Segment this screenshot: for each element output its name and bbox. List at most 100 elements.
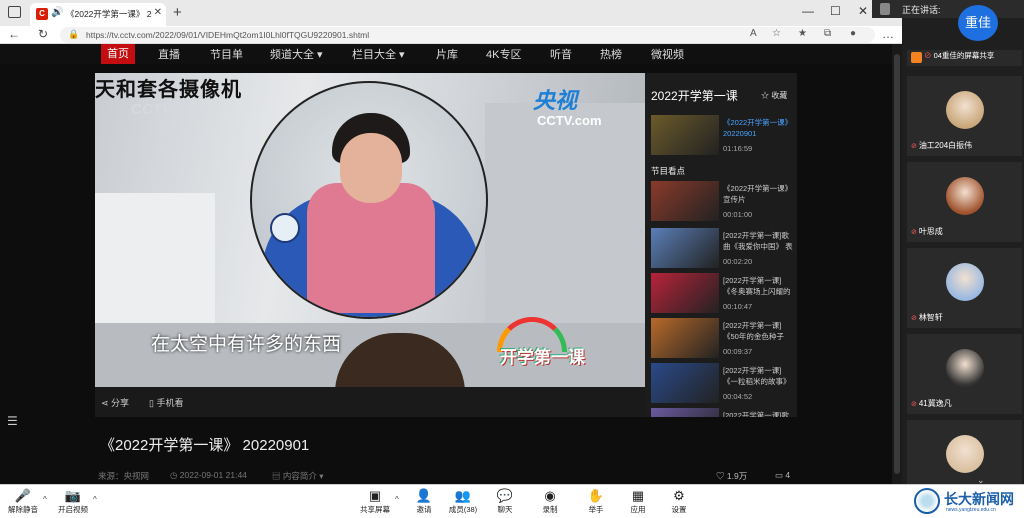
nav-micro-video[interactable]: 微视频 [651,46,684,62]
favorite-button[interactable]: ☆ 收藏 [761,90,787,101]
chat-button[interactable]: 💬 聊天 [482,487,528,515]
close-tab-icon[interactable]: ✕ [154,7,162,18]
playlist-item-title: [2022开学第一课]《一粒稻米的故事》主讲 [723,366,791,386]
playlist-item-duration: 01:16:59 [723,144,753,153]
camera-off-icon: 📷 [64,488,82,503]
browser-tab[interactable]: C 🔊 《2022开学第一课》 2022090 ✕ [30,3,166,26]
raise-hand-button[interactable]: ✋ 举手 [573,487,619,515]
tab-title: 《2022开学第一课》 2022090 [66,9,152,19]
nav-live[interactable]: 直播 [158,46,180,62]
read-aloud-icon[interactable]: A [750,28,757,39]
playlist-item[interactable]: 《2022开学第一课》 宣传片 00:01:00 [651,181,793,225]
settings-button[interactable]: ⚙ 设置 [656,487,702,515]
toolbar-label: 共享屏幕 [360,505,390,514]
nav-columns[interactable]: 栏目大全 ▾ [352,46,405,62]
date-text: 2022-09-01 21:44 [179,470,247,480]
intro-label: 内容简介 ▾ [282,471,324,481]
participant-avatar [946,263,984,301]
video-options-icon[interactable]: ^ [93,495,97,504]
nav-home[interactable]: 首页 [101,44,135,64]
corner-logo: 央视 [533,88,578,113]
browser-tab-strip: C 🔊 《2022开学第一课》 2022090 ✕ + — ☐ ✕ [0,0,902,26]
playlist-item[interactable]: [2022开学第一课] 《50年的金色种子 00:09:37 [651,318,793,362]
video-player[interactable]: 天和套各摄像机 CCTV 1 综合 央视 CCTV.com 在太空中有许多的东西… [95,73,645,387]
mobile-watch-button[interactable]: ▯ 手机看 [149,396,183,409]
members-button[interactable]: 👥 成员(38) [440,487,486,515]
speaker-icon[interactable]: 🔊 [51,7,63,18]
favorite-icon[interactable]: ☆ [772,28,781,39]
nav-schedule[interactable]: 节目单 [210,46,243,62]
back-icon[interactable]: ← [8,27,20,41]
comment-button[interactable]: ▭ 4 [775,470,790,481]
playlist-item-title: [2022开学第一课] 《50年的金色种子 [723,321,784,341]
menu-icon[interactable]: ☰ [7,414,18,428]
playlist-item[interactable]: [2022开学第一课]《冬奥赛场上闪耀的青春 00:10:47 [651,273,793,317]
playlist-item[interactable]: [2022开学第一课]歌曲 [651,408,793,417]
minimize-icon[interactable]: — [802,4,814,18]
collapse-playlist-icon[interactable]: › [639,226,642,236]
collections-icon[interactable]: ⧉ [824,28,831,39]
mobile-label: 手机看 [156,398,184,408]
window-icon[interactable] [8,6,21,18]
favorites-bar-icon[interactable]: ★ [798,28,807,39]
playlist-item-title: 《2022开学第一课》 20220901 [723,118,793,138]
toolbar-label: 设置 [671,505,687,514]
share-screen-button[interactable]: ▣ 共享屏幕 [352,487,398,515]
url-text[interactable]: https://tv.cctv.com/2022/09/01/VIDEHmQt2… [86,30,369,40]
host-avatar[interactable]: 重佳 [958,5,998,41]
participant-avatar [946,91,984,129]
close-window-icon[interactable]: ✕ [858,4,868,18]
meeting-toolbar: 🎤 解除静音 📷 开启视频 ▣ 共享屏幕 👤 邀请 👥 成员(38) 💬 聊天 ◉ 录制 ✋ 举手 ▦ 应用 ⚙ 设置… [0,484,1024,518]
mic-muted-icon: ⊘ [911,229,919,236]
more-icon[interactable]: … [882,27,894,41]
playlist-item-duration: 00:04:52 [723,392,753,401]
playlist-item[interactable]: [2022开学第一课]歌曲《我爱你中国》 表 00:02:20 [651,228,793,272]
maximize-icon[interactable]: ☐ [830,4,841,18]
participant-tile[interactable]: ⊘ 林智轩 [907,248,1022,328]
profile-icon[interactable]: ● [850,28,856,39]
audio-options-icon[interactable]: ^ [43,495,47,504]
like-button[interactable]: ♡ 1.9万 [716,470,747,482]
address-bar[interactable]: 🔒 https://tv.cctv.com/2022/09/01/VIDEHmQ… [60,27,875,43]
participant-tile[interactable]: ⊘ 油工204白振伟 [907,76,1022,156]
mic-muted-icon: ⊘ [924,51,932,60]
nav-4k[interactable]: 4K专区 [486,46,521,62]
nav-channels[interactable]: 频道大全 ▾ [270,46,323,62]
playlist-thumbnail [651,228,719,268]
video-title: 《2022开学第一课》 20220901 [100,437,310,454]
camera-off-button[interactable]: 📷 开启视频 [50,487,96,515]
nav-audio[interactable]: 听音 [550,46,572,62]
playlist-thumbnail [651,318,719,358]
mic-muted-icon: ⊘ [911,315,919,322]
playlist-item-title: [2022开学第一课]歌曲《我爱你中国》 表 [723,231,793,251]
share-options-icon[interactable]: ^ [395,495,399,504]
toolbar-label: 录制 [542,505,558,514]
refresh-icon[interactable]: ↻ [38,27,48,41]
intro-toggle[interactable]: ▤ 内容简介 ▾ [272,470,324,482]
share-button[interactable]: ⋖ 分享 [101,396,129,409]
new-tab-button[interactable]: + [173,4,182,21]
publish-date: ◷ 2022-09-01 21:44 [170,470,247,480]
mic-muted-button[interactable]: 🎤 解除静音 [0,487,46,515]
playlist-item[interactable]: 《2022开学第一课》 20220901 01:16:59 [651,115,793,159]
playlist-thumbnail [651,181,719,221]
toolbar-label: 应用 [630,505,646,514]
apps-button[interactable]: ▦ 应用 [615,487,661,515]
participant-tile[interactable]: ⊘ 叶思成 [907,162,1022,242]
playlist-thumbnail [651,408,719,417]
nav-library[interactable]: 片库 [436,46,458,62]
record-button[interactable]: ◉ 录制 [527,487,573,515]
corner-logo-sub: CCTV.com [537,113,602,128]
participant-tile[interactable]: ⊘ 41冀逸凡 [907,334,1022,414]
participant-name-text: 41冀逸凡 [918,399,952,408]
playlist-item[interactable]: [2022开学第一课]《一粒稻米的故事》主讲 00:04:52 [651,363,793,407]
participant-avatar [946,177,984,215]
screen-share-row[interactable]: ⊘ 04重佳的屏幕共享 [907,50,1022,66]
scroll-thumb[interactable] [894,54,900,474]
settings-icon: ⚙ [673,488,685,503]
page-scrollbar[interactable] [892,44,902,484]
participant-name-text: 林智轩 [918,313,943,322]
nav-hot[interactable]: 热榜 [600,46,622,62]
raise-hand-icon: ✋ [587,488,605,503]
comment-count: 4 [785,470,791,480]
